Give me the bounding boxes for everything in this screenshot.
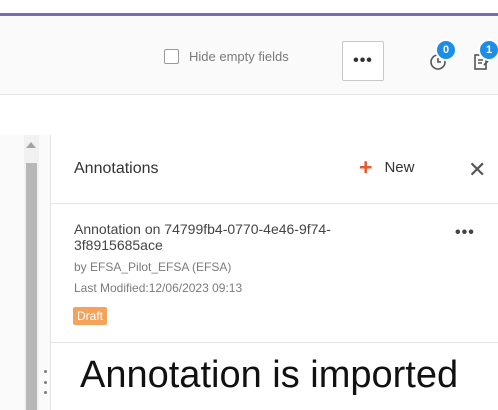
- scrollbar-thumb[interactable]: [26, 163, 37, 410]
- hide-empty-label: Hide empty fields: [189, 49, 289, 64]
- annotation-card[interactable]: Annotation on 74799fb4-0770-4e46-9f74-3f…: [51, 204, 498, 343]
- scroll-up-arrow[interactable]: [26, 142, 36, 148]
- caption-text: Annotation is imported: [80, 354, 459, 396]
- new-label: New: [384, 158, 415, 176]
- history-button[interactable]: 0: [425, 39, 457, 75]
- annotation-author: by EFSA_Pilot_EFSA (EFSA): [74, 260, 232, 274]
- status-badge: Draft: [73, 307, 108, 325]
- drag-handle-icon[interactable]: [42, 370, 48, 394]
- annotation-title: Annotation on 74799fb4-0770-4e46-9f74-3f…: [74, 221, 331, 253]
- more-icon[interactable]: •••: [455, 224, 475, 242]
- panel-title: Annotations: [74, 160, 159, 177]
- hide-empty-toggle[interactable]: Hide empty fields: [164, 49, 289, 64]
- notes-button[interactable]: 1: [468, 39, 498, 75]
- new-annotation-button[interactable]: + New: [359, 154, 415, 180]
- annotation-last-modified: Last Modified:12/06/2023 09:13: [74, 281, 243, 295]
- toolbar-more-button[interactable]: •••: [342, 41, 384, 81]
- hide-empty-checkbox[interactable]: [164, 49, 179, 64]
- panel-header: Annotations + New ✕: [51, 135, 498, 204]
- close-icon[interactable]: ✕: [468, 157, 486, 183]
- toolbar: Hide empty fields ••• 0 1: [0, 16, 498, 95]
- notes-badge: 1: [478, 39, 498, 61]
- history-badge: 0: [435, 39, 457, 61]
- plus-icon: +: [359, 154, 373, 180]
